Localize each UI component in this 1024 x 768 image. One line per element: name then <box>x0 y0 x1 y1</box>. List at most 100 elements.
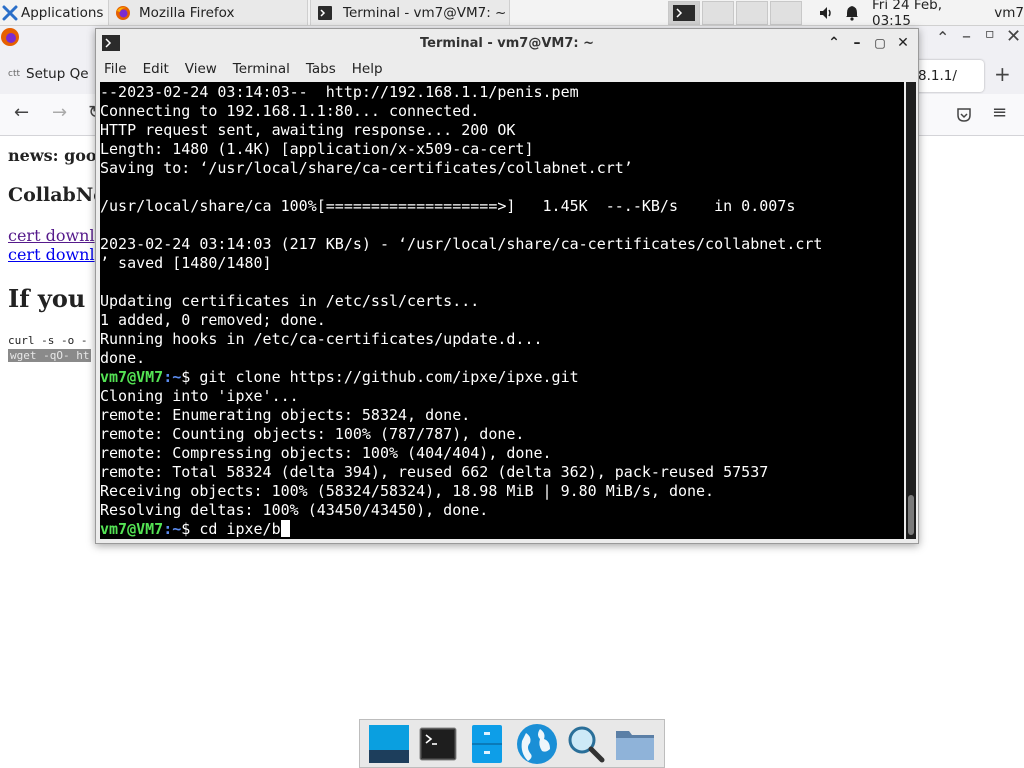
minimize-icon[interactable]: – <box>847 33 867 53</box>
dock-item-desktop[interactable] <box>367 722 411 766</box>
terminal-line: remote: Enumerating objects: 58324, done… <box>100 406 471 424</box>
tab-setup[interactable]: ctt Setup Qe <box>8 66 89 82</box>
taskbar-firefox[interactable]: Mozilla Firefox <box>108 0 308 26</box>
tab-favicon-icon: ctt <box>8 69 21 79</box>
taskbar-terminal[interactable]: Terminal - vm7@VM7: ~ <box>310 0 510 26</box>
maximize-icon[interactable]: ▢ <box>870 33 890 53</box>
tab-active-label: 8.1.1/ <box>918 68 957 84</box>
menu-view[interactable]: View <box>181 61 225 77</box>
terminal-line: 2023-02-24 03:14:03 (217 KB/s) - ‘/usr/l… <box>100 235 823 253</box>
web-browser-icon <box>516 723 557 764</box>
terminal-line: Updating certificates in /etc/ssl/certs.… <box>100 292 480 310</box>
page-big-heading: If you <box>8 284 86 313</box>
close-icon[interactable]: ✕ <box>893 33 913 53</box>
minimize-icon[interactable]: ⌃ <box>936 28 949 47</box>
xfce-logo-icon <box>2 5 18 21</box>
terminal-scrollbar[interactable] <box>906 82 916 539</box>
terminal-window: Terminal - vm7@VM7: ~ ⌃ – ▢ ✕ File Edit … <box>95 28 919 544</box>
menu-help[interactable]: Help <box>348 61 391 77</box>
terminal-line: HTTP request sent, awaiting response... … <box>100 121 516 139</box>
workspace-1[interactable] <box>668 1 700 25</box>
prompt-command: cd ipxe/b <box>199 520 281 538</box>
applications-label: Applications <box>21 5 104 21</box>
terminal-prompt-line: vm7@VM7:~$ cd ipxe/b <box>100 520 904 539</box>
menu-edit[interactable]: Edit <box>139 61 177 77</box>
applications-menu[interactable]: Applications <box>2 0 106 26</box>
page-code-curl: curl -s -o - <box>8 334 88 347</box>
page-news-text: news: goo <box>8 146 97 165</box>
terminal-line: remote: Compressing objects: 100% (404/4… <box>100 444 552 462</box>
taskbar-terminal-label: Terminal - vm7@VM7: ~ <box>343 4 507 21</box>
cert-download-link-2[interactable]: cert downl <box>8 245 95 264</box>
prompt-path: :~ <box>163 520 182 538</box>
terminal-line: Cloning into 'ipxe'... <box>100 387 299 405</box>
terminal-line: Connecting to 192.168.1.1:80... connecte… <box>100 102 480 120</box>
folder-icon <box>616 730 655 760</box>
maximize-icon[interactable]: ▫ <box>985 26 995 42</box>
tab-setup-label: Setup Qe <box>26 66 89 82</box>
clock[interactable]: Fri 24 Feb, 03:15 vm7 <box>872 0 1024 29</box>
page-heading: CollabNe <box>8 184 106 206</box>
prompt-user: vm7@VM7 <box>100 368 164 386</box>
terminal-line: 1 added, 0 removed; done. <box>100 311 326 329</box>
terminal-icon <box>419 727 457 760</box>
terminal-line: remote: Total 58324 (delta 394), reused … <box>100 463 769 481</box>
menu-tabs[interactable]: Tabs <box>302 61 344 77</box>
terminal-line: Receiving objects: 100% (58324/58324), 1… <box>100 482 715 500</box>
clock-text: Fri 24 Feb, 03:15 <box>872 0 943 29</box>
forward-arrow-icon[interactable]: → <box>52 102 67 123</box>
menu-terminal[interactable]: Terminal <box>229 61 298 77</box>
new-tab-icon[interactable]: + <box>994 62 1011 86</box>
hamburger-menu-icon[interactable]: ≡ <box>992 102 1007 123</box>
workspace-3[interactable] <box>736 1 768 25</box>
terminal-line: done. <box>100 349 146 367</box>
terminal-line: ’ saved [1480/1480] <box>100 254 272 272</box>
terminal-line: Length: 1480 (1.4K) [application/x-x509-… <box>100 140 534 158</box>
close-icon[interactable]: ✕ <box>1006 26 1021 47</box>
prompt-user: vm7@VM7 <box>100 520 164 538</box>
dock-item-search[interactable] <box>564 722 608 766</box>
text-cursor <box>280 520 290 537</box>
prompt-symbol: $ <box>181 368 200 386</box>
dock-item-web-browser[interactable] <box>515 722 559 766</box>
notification-bell-icon[interactable] <box>840 0 864 26</box>
top-panel: Applications Mozilla Firefox Terminal - … <box>0 0 1024 29</box>
tab-active[interactable]: 8.1.1/ <box>914 60 984 92</box>
prompt-command: git clone https://github.com/ipxe/ipxe.g… <box>199 368 579 386</box>
dock-item-folder[interactable] <box>613 722 657 766</box>
page-code-wget: wget -qO- ht <box>8 349 92 362</box>
dock-item-file-cabinet[interactable] <box>465 722 509 766</box>
desktop-icon <box>368 724 409 763</box>
shade-up-icon[interactable]: ⌃ <box>824 33 844 53</box>
firefox-icon <box>116 5 130 20</box>
firefox-icon <box>1 28 19 46</box>
terminal-icon <box>318 5 332 20</box>
search-icon <box>568 726 605 762</box>
dock <box>359 719 665 768</box>
back-arrow-icon[interactable]: ← <box>14 102 29 123</box>
terminal-screen[interactable]: --2023-02-24 03:14:03-- http://192.168.1… <box>100 82 904 539</box>
workspace-4[interactable] <box>770 1 802 25</box>
workspace-2[interactable] <box>702 1 734 25</box>
terminal-line: Resolving deltas: 100% (43450/43450), do… <box>100 501 489 519</box>
volume-icon[interactable] <box>814 0 838 26</box>
taskbar-firefox-label: Mozilla Firefox <box>139 4 235 21</box>
pocket-icon[interactable] <box>956 107 972 123</box>
terminal-line: Running hooks in /etc/ca-certificates/up… <box>100 330 543 348</box>
dock-item-terminal[interactable] <box>416 722 460 766</box>
scrollbar-thumb[interactable] <box>908 495 914 535</box>
prompt-symbol: $ <box>181 520 200 538</box>
terminal-prompt-line: vm7@VM7:~$ git clone https://github.com/… <box>100 368 904 387</box>
terminal-menubar: File Edit View Terminal Tabs Help <box>96 57 918 81</box>
prompt-path: :~ <box>163 368 182 386</box>
minimize-window-icon[interactable]: – <box>962 26 971 47</box>
terminal-icon <box>673 5 695 21</box>
menu-file[interactable]: File <box>100 61 135 77</box>
cert-download-link-1[interactable]: cert downl <box>8 226 95 245</box>
terminal-line: /usr/local/share/ca 100%[===============… <box>100 197 796 215</box>
terminal-line: --2023-02-24 03:14:03-- http://192.168.1… <box>100 83 579 101</box>
terminal-titlebar[interactable]: Terminal - vm7@VM7: ~ ⌃ – ▢ ✕ <box>96 29 918 57</box>
